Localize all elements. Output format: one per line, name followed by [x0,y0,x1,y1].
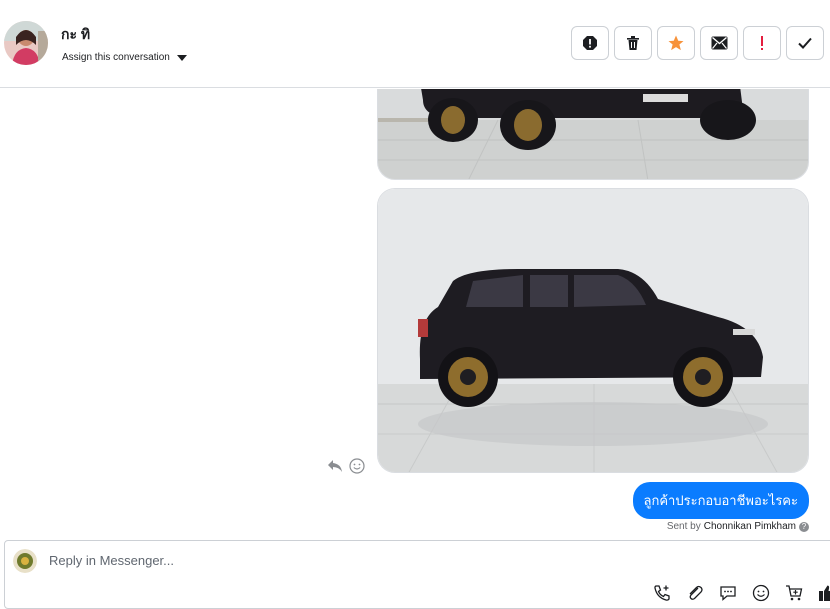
page-avatar [13,549,37,573]
star-button[interactable] [657,26,695,60]
reply-icon[interactable] [327,459,343,478]
mark-done-button[interactable] [786,26,824,60]
outgoing-message[interactable]: ลูกค้าประกอบอาชีพอะไรคะ [632,482,809,519]
reply-input[interactable] [49,553,549,568]
delete-button[interactable] [614,26,652,60]
assign-label: Assign this conversation [62,52,170,63]
phone-add-icon[interactable] [651,582,673,604]
composer-toolbar [651,582,830,604]
follow-up-button[interactable] [743,26,781,60]
cart-icon[interactable] [783,582,805,604]
contact-name: กะ ทิ [61,26,91,42]
follow-up-icon [761,36,763,50]
mark-unread-icon [711,36,727,50]
assign-conversation-dropdown[interactable]: Assign this conversation [62,52,187,63]
info-icon[interactable]: ? [799,521,809,532]
conversation-header: กะ ทิ Assign this conversation [0,0,830,88]
sent-by-prefix: Sent by [666,521,701,532]
image-attachment[interactable] [377,188,809,473]
mark-unread-button[interactable] [700,26,738,60]
spam-icon [583,36,597,50]
sent-by-name: Chonnikan Pimkham [703,521,796,532]
message-thread[interactable]: ลูกค้าประกอบอาชีพอะไรคะ Sent by Chonnika… [0,89,830,532]
conversation-actions [571,26,824,60]
emoji-icon[interactable] [750,582,772,604]
caret-down-icon [176,54,187,61]
react-icon[interactable] [349,458,365,479]
like-icon[interactable] [816,582,830,604]
mark-spam-button[interactable] [571,26,609,60]
contact-avatar[interactable] [4,21,48,65]
reply-composer [4,540,830,609]
attachment-icon[interactable] [684,582,706,604]
saved-reply-icon[interactable] [717,582,739,604]
sent-by-label: Sent by Chonnikan Pimkham ? [667,521,809,532]
message-tools [327,458,365,479]
trash-icon [627,36,639,50]
done-check-icon [798,37,812,49]
star-icon [668,35,684,51]
image-attachment[interactable] [377,89,809,180]
inbox-conversation: กะ ทิ Assign this conversation ลูกค้าประ… [0,0,830,609]
